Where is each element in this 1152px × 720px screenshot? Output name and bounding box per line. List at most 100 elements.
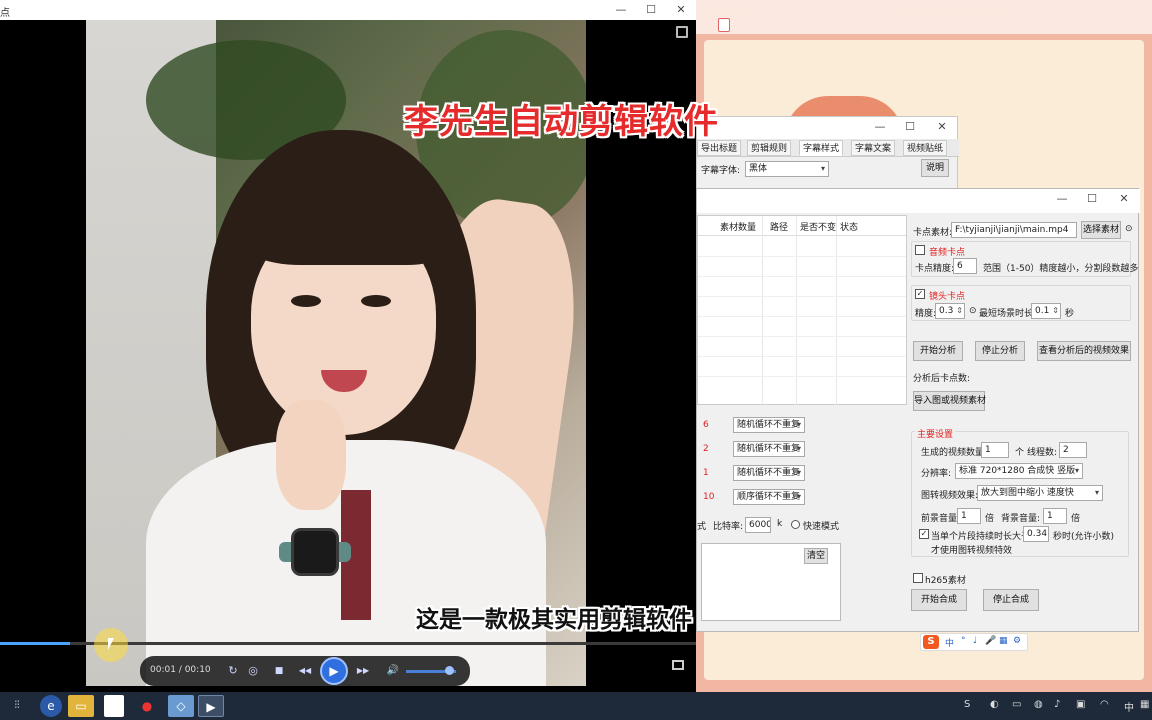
mode-select[interactable]: 随机循环不重复 (733, 441, 805, 457)
font-select[interactable]: 黑体 (745, 161, 829, 177)
tray-sound-icon[interactable]: ♪ (1054, 699, 1060, 710)
material-table[interactable]: 素材数量 路径 是否不变 状态 (697, 215, 907, 406)
microphone-icon[interactable]: 🎤 (985, 636, 996, 646)
equalizer-icon[interactable]: ◎ (244, 662, 262, 680)
import-material-button[interactable]: 导入图或视频素材 (913, 391, 986, 411)
bitrate-unit: k (777, 519, 783, 529)
help-button[interactable]: 说明 (921, 159, 949, 177)
single-longer-checkbox[interactable]: ✓ (919, 529, 929, 539)
start-compose-button[interactable]: 开始合成 (911, 589, 967, 611)
mode-select[interactable]: 随机循环不重复 (733, 465, 805, 481)
tab-edit-rules[interactable]: 剪辑规则 (747, 140, 792, 156)
maximize-button[interactable]: ☐ (1077, 189, 1107, 209)
bg-volume-input[interactable]: 1 (1043, 508, 1067, 524)
image-effect-select[interactable]: 放大到图中缩小 速度快 (977, 485, 1103, 501)
tab-video-sticker[interactable]: 视频贴纸 (903, 140, 948, 156)
start-analysis-button[interactable]: 开始分析 (913, 341, 963, 361)
stop-compose-button[interactable]: 停止合成 (983, 589, 1039, 611)
table-divider (762, 216, 763, 406)
tray-language[interactable]: 中 (1124, 699, 1134, 714)
mini-player-icon[interactable] (672, 660, 684, 670)
file-explorer-icon[interactable]: ▭ (68, 695, 94, 717)
task-view-icon[interactable]: ⫶⫶ (4, 695, 30, 717)
close-button[interactable]: ✕ (1109, 189, 1139, 209)
shortest-scene-spinner[interactable]: 0.1 (1031, 303, 1061, 319)
shortest-scene-label: 最短场景时长: (979, 309, 1037, 319)
tab-subtitle-style[interactable]: 字幕样式 (799, 140, 844, 156)
select-source-button[interactable]: 选择素材 (1081, 221, 1121, 239)
volume-icon[interactable]: 🔊 (384, 662, 402, 680)
tray-security-icon[interactable]: ◐ (990, 699, 999, 710)
app-icon[interactable]: ◇ (168, 695, 194, 717)
maximize-button[interactable]: ☐ (895, 117, 925, 137)
bitrate-input[interactable]: 6000 (745, 517, 771, 533)
volume-thumb[interactable] (445, 666, 454, 675)
single-longer-label: 当单个片段持续时长大于 (931, 532, 1031, 542)
video-title-overlay: 李先生自动剪辑软件 (404, 102, 719, 142)
log-textarea[interactable]: 清空 (701, 543, 841, 621)
audio-precision-input[interactable]: 6 (953, 258, 977, 274)
player-title: 点 (0, 8, 10, 19)
fg-volume-input[interactable]: 1 (957, 508, 981, 524)
mode-select[interactable]: 随机循环不重复 (733, 417, 805, 433)
ime-skin-icon[interactable]: ♩ (973, 636, 977, 646)
mode-count: 1 (703, 468, 709, 478)
subtitle-style-window: — ☐ ✕ 导出标题 剪辑规则 字幕样式 字幕文案 视频贴纸 字幕字体: 黑体 … (696, 116, 959, 190)
help-icon[interactable]: ⊙ (969, 306, 977, 316)
single-longer-input[interactable]: 0.34 (1023, 526, 1049, 542)
previous-button[interactable]: ◀◀ (294, 662, 316, 680)
video-count-label: 生成的视频数量: (921, 448, 988, 458)
tray-network-icon[interactable]: ◍ (1034, 699, 1043, 710)
browser-icon[interactable]: e (40, 695, 62, 717)
single-longer-suffix: 秒时(允许小数) (1053, 532, 1115, 542)
keyboard-icon[interactable]: ▦ (999, 636, 1008, 646)
close-button[interactable]: ✕ (927, 117, 957, 137)
tray-wifi-icon[interactable]: ◠ (1100, 699, 1109, 710)
clear-button[interactable]: 清空 (804, 548, 828, 564)
h265-label: h265素材 (925, 576, 966, 586)
threads-input[interactable]: 2 (1059, 442, 1087, 458)
close-button[interactable]: ✕ (666, 0, 696, 20)
shot-precision-spinner[interactable]: 0.3 (935, 303, 965, 319)
resolution-select[interactable]: 标准 720*1280 合成快 竖版 (955, 463, 1083, 479)
col-status: 状态 (840, 223, 859, 233)
fullscreen-icon[interactable] (676, 26, 688, 38)
blank-app-icon[interactable] (104, 695, 124, 717)
tray-display-icon[interactable]: ▭ (1012, 699, 1021, 710)
view-analysis-button[interactable]: 查看分析后的视频效果 (1037, 341, 1131, 361)
video-eye (361, 295, 391, 307)
record-icon[interactable]: ● (134, 695, 160, 717)
audio-cut-checkbox[interactable] (915, 245, 925, 255)
media-player-taskbar-icon[interactable]: ▶ (198, 695, 224, 717)
ime-lang-icon[interactable]: 中 (945, 636, 954, 649)
help-icon[interactable]: ⊙ (1125, 224, 1133, 234)
stop-analysis-button[interactable]: 停止分析 (975, 341, 1025, 361)
ime-punct-icon[interactable]: ° (961, 636, 966, 646)
minimize-button[interactable]: — (1047, 189, 1077, 209)
heart-icon (718, 18, 730, 32)
mode-select[interactable]: 顺序循环不重复 (733, 489, 805, 505)
table-row (698, 336, 906, 337)
play-button[interactable]: ▶ (320, 657, 348, 685)
minimize-button[interactable]: — (606, 0, 636, 20)
cut-source-input[interactable]: F:\tyjianji\jianji\main.mp4 (951, 222, 1077, 238)
shot-cut-checkbox[interactable]: ✓ (915, 289, 925, 299)
settings-icon[interactable]: ⚙ (1013, 636, 1021, 646)
tray-sogou-icon[interactable]: S (964, 699, 970, 710)
tray-app-icon[interactable]: ▣ (1076, 699, 1085, 710)
col-unchanged: 是否不变 (800, 223, 837, 233)
minimize-button[interactable]: — (865, 117, 895, 137)
tab-subtitle-text[interactable]: 字幕文案 (851, 140, 896, 156)
tray-notification-icon[interactable]: ▦ (1140, 699, 1149, 710)
video-count-input[interactable]: 1 (981, 442, 1009, 458)
ime-toolbar[interactable]: S 中 ° ♩ 🎤 ▦ ⚙ (920, 633, 1028, 651)
video-fringe (236, 170, 451, 265)
stop-button[interactable]: ■ (270, 662, 288, 680)
h265-checkbox[interactable] (913, 573, 923, 583)
next-button[interactable]: ▶▶ (352, 662, 374, 680)
sogou-logo[interactable]: S (923, 635, 939, 649)
mode-row: 6 随机循环不重复 (697, 417, 907, 435)
fast-mode-radio[interactable] (791, 520, 800, 529)
maximize-button[interactable]: ☐ (636, 0, 666, 20)
loop-icon[interactable]: ↻ (224, 662, 242, 680)
